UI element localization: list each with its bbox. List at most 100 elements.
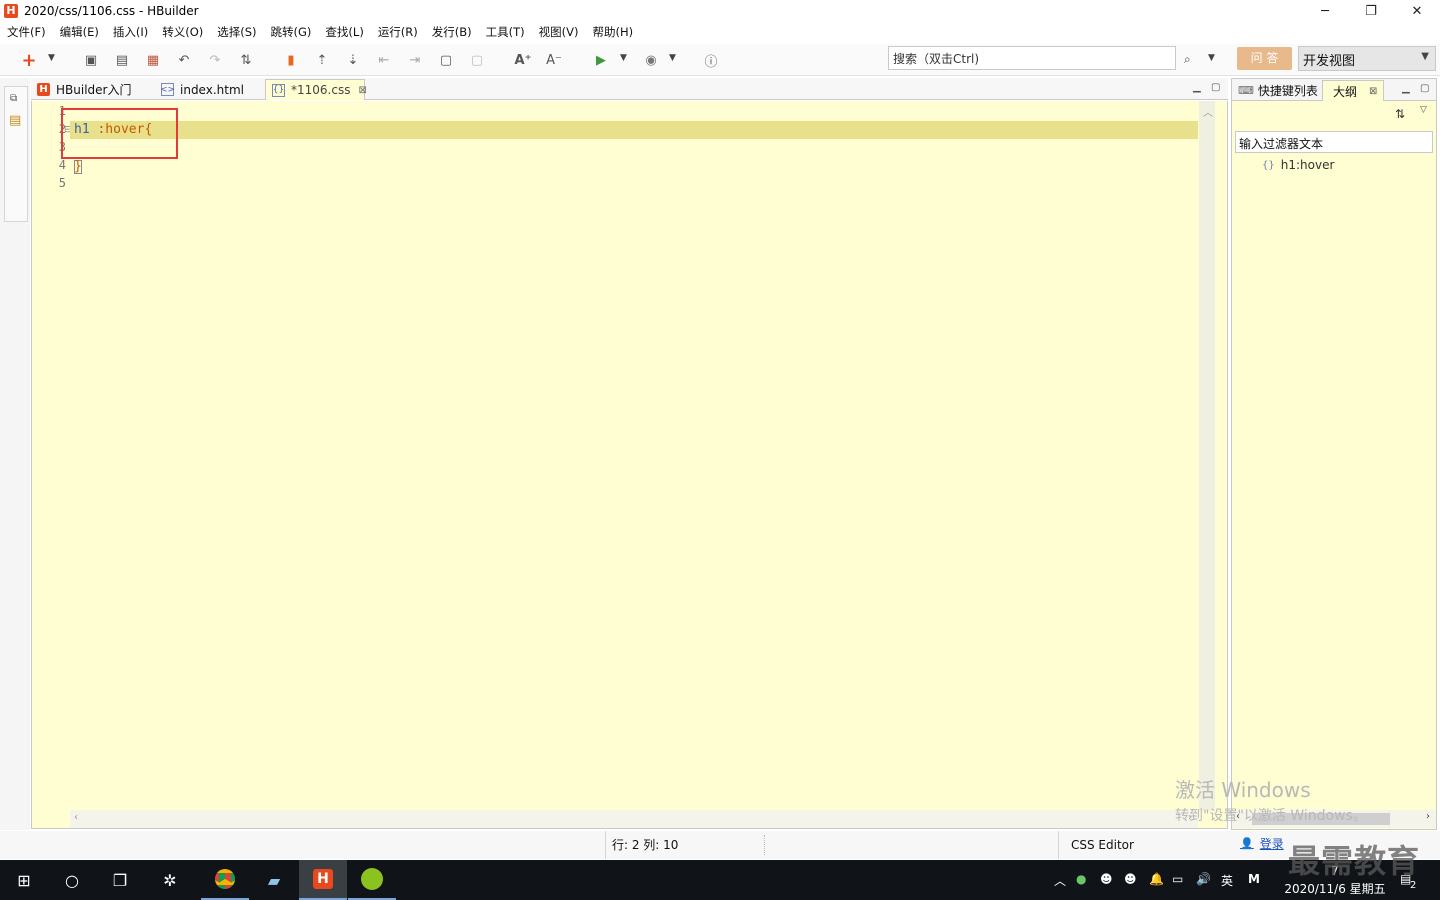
current-line-highlight [70, 121, 1198, 139]
menu-view[interactable]: 视图(V) [532, 24, 586, 40]
info-icon[interactable]: ⓘ [703, 52, 719, 70]
new-dropdown-icon[interactable]: ▼ [48, 53, 55, 63]
maximize-pane-icon[interactable]: ▢ [1420, 83, 1429, 94]
task-view-icon[interactable]: ❐ [96, 860, 144, 900]
show-hidden-icons-icon[interactable]: ︿ [1054, 872, 1066, 889]
format-icon[interactable]: ⇅ [238, 52, 254, 68]
chevron-down-icon: ▼ [1421, 51, 1429, 62]
menu-find[interactable]: 查找(L) [318, 24, 370, 40]
css-rule-icon: {} [1262, 159, 1275, 171]
wechat-icon[interactable]: ● [1076, 872, 1086, 886]
editor-tab-bar: H HBuilder入门 <> index.html {} *1106.css … [31, 78, 1228, 100]
qa-button[interactable]: 问 答 [1237, 47, 1292, 70]
restore-button[interactable]: ❐ [1348, 0, 1394, 22]
scroll-right-icon[interactable]: › [1426, 811, 1430, 822]
menu-insert[interactable]: 插入(I) [106, 24, 155, 40]
save-all-icon[interactable]: ▤ [114, 52, 130, 68]
back-icon[interactable]: ⇤ [376, 52, 392, 68]
undo-icon[interactable]: ↶ [176, 52, 192, 68]
filter-input[interactable]: 输入过滤器文本 [1235, 131, 1433, 153]
html-file-icon: <> [159, 83, 176, 96]
cursor-position: 行: 2 列: 10 [605, 831, 678, 859]
qq-icon[interactable]: ☻ [1100, 872, 1113, 886]
tab-1106-css[interactable]: {} *1106.css ⊠ [265, 79, 367, 100]
comment-icon[interactable]: ▢ [438, 52, 454, 68]
windows-activation-watermark: 激活 Windows 转到"设置"以激活 Windows。 [1175, 774, 1367, 825]
restore-panel-icon[interactable]: ⧉ [10, 93, 17, 104]
notification-bell-icon[interactable]: 🔔 [1149, 872, 1164, 886]
menu-escape[interactable]: 转义(O) [155, 24, 210, 40]
menu-run[interactable]: 运行(R) [371, 24, 425, 40]
code-editor[interactable]: 1 2 3 4 5 ⊟ h1 :hover{ } ︿ ‹ › [31, 101, 1228, 829]
editor-type: CSS Editor [1058, 831, 1134, 859]
close-tab-icon[interactable]: ⊠ [358, 85, 366, 96]
windows-start-icon[interactable]: ⊞ [0, 860, 48, 900]
tab-index-html[interactable]: <> index.html [155, 79, 265, 100]
minimize-pane-icon[interactable]: ▁ [1193, 82, 1201, 93]
editor-app-icon[interactable]: ▰ [250, 860, 298, 900]
ime-indicator[interactable]: 英 [1221, 872, 1233, 889]
next-edit-icon[interactable]: ⇣ [345, 52, 361, 68]
close-button[interactable]: ✕ [1394, 0, 1440, 22]
bookmark-icon[interactable]: ▮ [283, 52, 299, 68]
tab-label: 大纲 [1333, 84, 1358, 99]
pinned-app-icon[interactable]: ✲ [146, 860, 194, 900]
outline-item[interactable]: {} h1:hover [1262, 158, 1334, 172]
menu-help[interactable]: 帮助(H) [586, 24, 641, 40]
close-tab-icon[interactable]: ⊠ [1369, 86, 1377, 97]
menu-select[interactable]: 选择(S) [210, 24, 263, 40]
forward-icon[interactable]: ⇥ [407, 52, 423, 68]
menu-publish[interactable]: 发行(B) [425, 24, 479, 40]
tab-label: HBuilder入门 [56, 83, 132, 97]
input-method-icon[interactable]: M [1248, 872, 1260, 886]
run-browser-icon[interactable]: ▶ [593, 52, 609, 68]
scroll-up-icon[interactable]: ︿ [1203, 104, 1213, 119]
menu-goto[interactable]: 跳转(G) [264, 24, 319, 40]
editor-vertical-scrollbar[interactable]: ︿ [1199, 101, 1215, 811]
minimize-button[interactable]: ─ [1302, 0, 1348, 22]
new-file-icon[interactable]: + [21, 50, 37, 71]
network-icon[interactable]: ▭ [1172, 872, 1183, 886]
keyboard-icon: ⌨ [1238, 84, 1254, 97]
save-icon[interactable]: ▣ [83, 52, 99, 68]
minimized-panel: ⧉ ▤ [4, 86, 28, 222]
login-link[interactable]: 👤 登录 [1240, 835, 1284, 852]
scroll-left-icon[interactable]: ‹ [74, 812, 78, 823]
menu-file[interactable]: 文件(F) [0, 24, 53, 40]
menu-tools[interactable]: 工具(T) [479, 24, 532, 40]
status-bar: 行: 2 列: 10 CSS Editor 👤 登录 [0, 831, 1440, 859]
chrome-icon[interactable] [201, 860, 249, 900]
annotation-highlight-box [61, 108, 178, 159]
media-app-icon[interactable] [348, 860, 396, 900]
tab-hbuilder-intro[interactable]: H HBuilder入门 [31, 79, 155, 100]
search-dropdown-icon[interactable]: ▼ [1208, 53, 1215, 63]
minimize-pane-icon[interactable]: ▁ [1402, 83, 1410, 94]
qq-icon[interactable]: ☻ [1124, 872, 1137, 886]
view-select-value: 开发视图 [1303, 54, 1356, 69]
font-decrease-icon[interactable]: A⁻ [546, 52, 562, 68]
view-menu-icon[interactable]: ▽ [1420, 105, 1427, 115]
tab-outline[interactable]: 大纲 ⊠ [1322, 80, 1384, 101]
run-dropdown-icon[interactable]: ▼ [620, 53, 627, 63]
redo-icon[interactable]: ↷ [207, 52, 223, 68]
project-explorer-icon[interactable]: ▤ [9, 113, 21, 128]
search-icon[interactable]: ⌕ [1184, 52, 1191, 67]
prev-edit-icon[interactable]: ⇡ [314, 52, 330, 68]
menu-edit[interactable]: 编辑(E) [53, 24, 106, 40]
search-input[interactable]: 搜索（双击Ctrl) [888, 46, 1176, 70]
revert-icon[interactable]: ▦ [145, 52, 161, 68]
volume-icon[interactable]: 🔊 [1196, 872, 1211, 886]
editor-horizontal-scrollbar[interactable]: ‹ › [70, 810, 1198, 828]
tab-label: index.html [180, 82, 244, 97]
maximize-pane-icon[interactable]: ▢ [1211, 82, 1220, 93]
browser-dropdown-icon[interactable]: ▼ [669, 53, 676, 63]
font-increase-icon[interactable]: A⁺ [515, 52, 532, 68]
cortana-search-icon[interactable]: ○ [48, 860, 96, 900]
tab-shortcut-list[interactable]: ⌨ 快捷键列表 [1234, 80, 1322, 101]
hbuilder-taskbar-icon[interactable]: H [299, 860, 347, 900]
view-select[interactable]: 开发视图 ▼ [1298, 46, 1436, 71]
uncomment-icon[interactable]: ▢ [469, 52, 485, 68]
login-label: 登录 [1259, 837, 1284, 851]
browser-icon[interactable]: ◉ [643, 52, 659, 68]
sort-icon[interactable]: ⇅ [1395, 107, 1405, 121]
